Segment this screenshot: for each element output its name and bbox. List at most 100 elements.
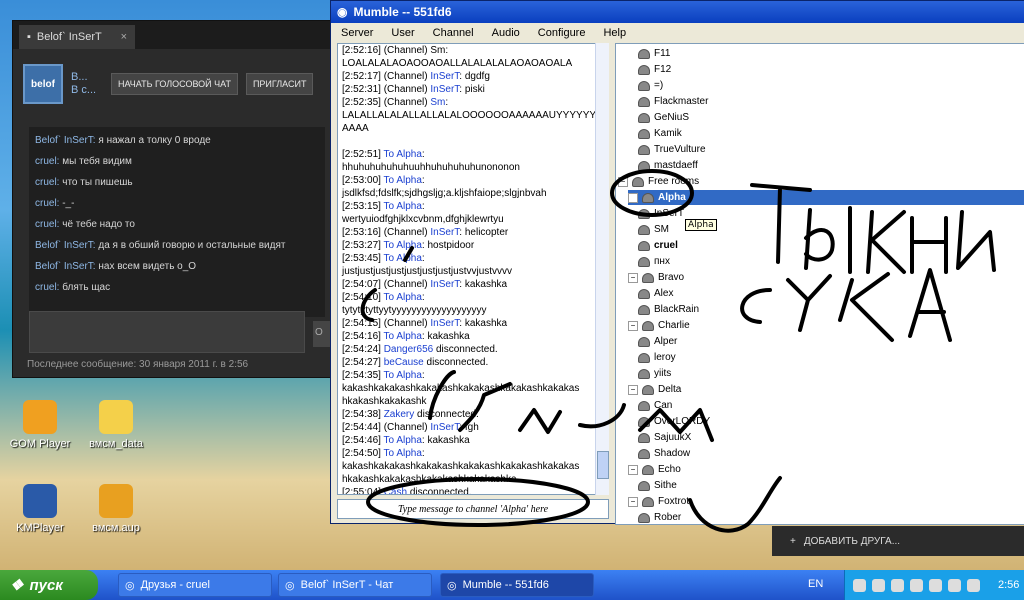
- channel-node[interactable]: − Bravo: [628, 270, 684, 285]
- message-input[interactable]: Type message to channel 'Alpha' here: [337, 499, 609, 519]
- log-user-link[interactable]: To Alpha: [384, 253, 422, 264]
- taskbar-button[interactable]: ◎ Belof` InSerT - Чат: [278, 573, 432, 597]
- collapse-icon[interactable]: −: [628, 320, 638, 331]
- message-author[interactable]: Belof` InSerT:: [35, 261, 96, 272]
- steam-tray-icon[interactable]: [853, 578, 866, 592]
- collapse-icon[interactable]: −: [628, 496, 638, 507]
- menu-item[interactable]: Server: [341, 27, 373, 39]
- user-node[interactable]: mastdaeff: [638, 158, 698, 173]
- log-user-link[interactable]: Zakery: [384, 409, 415, 420]
- log-user-link[interactable]: To Alpha: [384, 292, 422, 303]
- safely-remove-tray-icon[interactable]: [967, 578, 980, 592]
- channel-node[interactable]: − Echo: [628, 462, 681, 477]
- user-node[interactable]: Sithe: [638, 478, 677, 493]
- mumble-tray-icon[interactable]: [872, 578, 885, 592]
- menu-item[interactable]: Help: [603, 27, 626, 39]
- collapse-icon[interactable]: −: [628, 272, 638, 283]
- user-node[interactable]: Can: [638, 398, 672, 413]
- chat-message-input[interactable]: [29, 311, 305, 353]
- log-user-link[interactable]: To Alpha: [384, 201, 422, 212]
- log-user-link[interactable]: To Alpha: [384, 331, 422, 342]
- user-node[interactable]: leroy: [638, 350, 676, 365]
- message-author[interactable]: cruel:: [35, 282, 59, 293]
- user-node[interactable]: пнх: [638, 254, 670, 269]
- message-author[interactable]: cruel:: [35, 156, 59, 167]
- log-user-link[interactable]: InSerT: [430, 422, 459, 433]
- desktop-icon[interactable]: вмсм_data: [76, 400, 156, 450]
- log-user-link[interactable]: InSerT: [430, 318, 459, 329]
- log-user-link[interactable]: beCause: [384, 357, 424, 368]
- channel-node[interactable]: − Alpha: [628, 190, 1024, 205]
- user-node[interactable]: F12: [638, 62, 671, 77]
- collapse-icon[interactable]: −: [618, 176, 628, 187]
- desktop-icon[interactable]: KMPlayer: [0, 484, 80, 534]
- close-icon[interactable]: ×: [121, 31, 127, 43]
- collapse-icon[interactable]: −: [628, 384, 638, 395]
- log-user-link[interactable]: InSerT: [430, 227, 459, 238]
- user-node[interactable]: Shadow: [638, 446, 690, 461]
- desktop-icon[interactable]: GOM Player: [0, 400, 80, 450]
- network-tray-icon[interactable]: [891, 578, 904, 592]
- user-node[interactable]: Flackmaster: [638, 94, 708, 109]
- log-user-link[interactable]: InSerT: [430, 84, 459, 95]
- menu-item[interactable]: Channel: [433, 27, 474, 39]
- message-author[interactable]: Belof` InSerT:: [35, 240, 96, 251]
- log-user-link[interactable]: To Alpha: [384, 435, 422, 446]
- add-friend-button[interactable]: + ДОБАВИТЬ ДРУГА...: [772, 526, 1024, 556]
- info-tray-icon[interactable]: [948, 578, 961, 592]
- log-text: LOALALALAOAOOAOALLALALALALAOAOAOALA: [342, 58, 573, 69]
- user-node[interactable]: Alper: [638, 334, 677, 349]
- user-node[interactable]: SM: [638, 222, 669, 237]
- avatar[interactable]: belof: [23, 64, 63, 104]
- channel-node[interactable]: − Delta: [628, 382, 681, 397]
- user-node[interactable]: OverLORDY: [638, 414, 710, 429]
- log-user-link[interactable]: To Alpha: [384, 175, 422, 186]
- start-button[interactable]: ❖ пуск: [0, 570, 98, 600]
- user-node[interactable]: yiits: [638, 366, 671, 381]
- message-author[interactable]: cruel:: [35, 177, 59, 188]
- log-user-link[interactable]: To Alpha: [384, 370, 422, 381]
- user-node[interactable]: SajuukX: [638, 430, 691, 445]
- collapse-icon[interactable]: −: [628, 464, 638, 475]
- user-node[interactable]: InSerT: [638, 206, 684, 221]
- mumble-titlebar[interactable]: ◉ Mumble -- 551fd6: [331, 1, 1024, 23]
- menu-item[interactable]: Audio: [492, 27, 520, 39]
- channel-node[interactable]: − Foxtrot: [628, 494, 689, 509]
- log-user-link[interactable]: To Alpha: [384, 240, 422, 251]
- channel-node[interactable]: − Charlie: [628, 318, 690, 333]
- chat-tab[interactable]: ▪ Belof` InSerT ×: [19, 25, 135, 49]
- log-user-link[interactable]: InSerT: [430, 71, 459, 82]
- user-node[interactable]: =): [638, 78, 663, 93]
- user-node[interactable]: F11: [638, 46, 671, 61]
- user-node[interactable]: GeNiuS: [638, 110, 689, 125]
- log-user-link[interactable]: To Alpha: [384, 149, 422, 160]
- channel-node[interactable]: − Free rooms: [618, 174, 699, 189]
- user-node[interactable]: Rober: [638, 510, 681, 525]
- taskbar-button[interactable]: ◎ Mumble -- 551fd6: [440, 573, 594, 597]
- scroll-thumb[interactable]: [597, 451, 609, 479]
- user-node[interactable]: Kamik: [638, 126, 682, 141]
- user-node[interactable]: Alex: [638, 286, 673, 301]
- log-user-link[interactable]: To Alpha: [384, 448, 422, 459]
- user-node[interactable]: cruel: [638, 238, 678, 253]
- language-indicator[interactable]: EN: [808, 578, 823, 590]
- desktop-icon[interactable]: вмсм.aup: [76, 484, 156, 534]
- log-user-link[interactable]: Cash: [384, 487, 407, 494]
- log-scrollbar[interactable]: [595, 43, 609, 495]
- menu-item[interactable]: User: [391, 27, 414, 39]
- user-node[interactable]: TrueVulture: [638, 142, 706, 157]
- razer-tray-icon[interactable]: [910, 578, 923, 592]
- collapse-icon[interactable]: −: [628, 192, 638, 203]
- menu-item[interactable]: Configure: [538, 27, 586, 39]
- volume-tray-icon[interactable]: [929, 578, 942, 592]
- start-voice-chat-button[interactable]: НАЧАТЬ ГОЛОСОВОЙ ЧАТ: [111, 73, 238, 95]
- user-node[interactable]: BlackRain: [638, 302, 699, 317]
- message-author[interactable]: cruel:: [35, 219, 59, 230]
- message-author[interactable]: Belof` InSerT:: [35, 135, 96, 146]
- message-author[interactable]: cruel:: [35, 198, 59, 209]
- taskbar-button[interactable]: ◎ Друзья - cruel: [118, 573, 272, 597]
- invite-button[interactable]: ПРИГЛАСИТ: [245, 73, 314, 95]
- log-user-link[interactable]: Sm: [430, 97, 445, 108]
- log-user-link[interactable]: InSerT: [430, 279, 459, 290]
- log-user-link[interactable]: Danger656: [384, 344, 433, 355]
